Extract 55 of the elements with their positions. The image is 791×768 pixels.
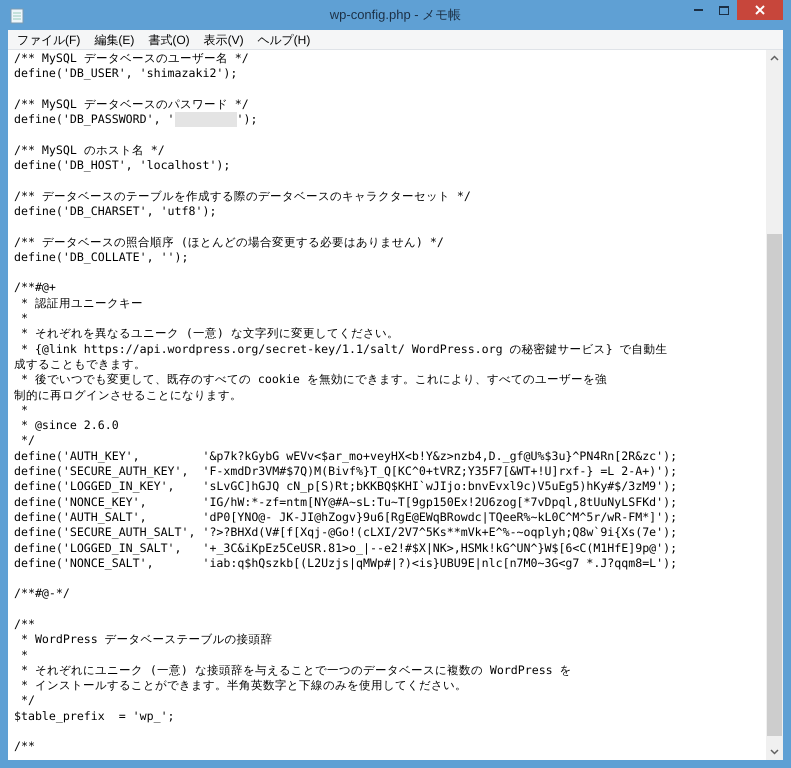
code-line: '); [236,112,258,128]
blurred-redaction [174,112,237,128]
window-title: wp-config.php - メモ帳 [330,6,462,24]
code-line: define('DB_PASSWORD', ' [14,112,175,128]
code-line: define('NONCE_SALT', 'iab:q$hQszkb[(L2Uzjs|qMWp#|?)<is}UBU9E|nlc[n7M0~3G<g7 *.J?qqm8=L'); [14,556,678,572]
code-line: /** データベースの照合順序 (ほとんどの場合変更する必要はありません) */ [14,234,444,250]
menu-item[interactable]: 表示(V) [196,30,251,48]
code-line: define('LOGGED_IN_SALT', '+_3C&iKpEz5CeUSR.81>o_|--e2!#$X|NK>,HSMk!kG^UN^}W$[6<C(M1HfE]9p@'); [14,540,678,556]
code-line: define('NONCE_KEY', 'IG/hW:*-zf=ntm[NY@#A~sL:Tu~T[9gp150Ex!2U6zog[*7vDpql,8tUuNyLSFKd'); [14,494,678,510]
code-line: /**#@-*/ [14,586,70,602]
close-button[interactable] [737,0,783,20]
code-line: 成することもできます。 [14,356,146,372]
code-line: 制的に再ログインさせることになります。 [14,388,242,403]
code-line: /** [14,616,35,632]
code-line: */ [20,693,35,709]
notepad-icon [10,8,24,24]
code-line: * 認証用ユニークキー [20,296,143,312]
code-line: * インストールすることができます。半角英数字と下線のみを使用してください。 [20,678,467,694]
code-line: define('DB_HOST', 'localhost'); [14,158,230,174]
minimize-icon [694,9,702,11]
code-line: define('AUTH_SALT', 'dP0[YNO@- JK-JI@hZogv}9u6[RgE@EWqBRowdc|TQeeR%~kL0C^M^5r/wR-FM*]'); [14,510,678,526]
code-line: /** データベースのテーブルを作成する際のデータベースのキャラクターセット */ [14,188,471,204]
code-line: define('DB_CHARSET', 'utf8'); [14,204,216,220]
code-line: * [20,648,28,663]
code-line: $table_prefix = 'wp_'; [14,708,175,724]
code-line: * それぞれにユニーク (一意) な接頭辞を与えることで一つのデータベースに複数の WordPress を [20,662,572,678]
code-line: /** [14,739,35,755]
code-line: * WordPress データベーステーブルの接頭辞 [20,632,273,648]
code-line: /** MySQL データベースのユーザー名 */ [14,51,249,66]
code-line: * 後でいつでも変更して、既存のすべての cookie を無効にできます。これにより、すべてのユーザーを強 [20,372,607,388]
scrollbar[interactable] [766,50,783,760]
code-line: define('DB_COLLATE', ''); [14,250,189,266]
code-line: */ [20,433,35,449]
code-line: * @since 2.6.0 [20,418,119,434]
code-line: /** MySQL のホスト名 */ [14,142,165,158]
scroll-down-icon[interactable] [770,749,779,755]
code-line: * [20,311,28,326]
menu-item[interactable]: 編集(E) [87,30,142,48]
scroll-up-icon[interactable] [770,55,779,61]
code-line: define('LOGGED_IN_KEY', 'sLvGC]hGJQ cN_p[S)Rt;bKKBQ$KHI`wJIjo:bnvEvxl9c)V5uEg5)hKy#$/3zM9'); [14,479,678,495]
maximize-icon [719,6,729,14]
close-icon [755,5,765,15]
code-line: define('AUTH_KEY', '&p7k?kGybG wEVv<$ar_mo+veyHX<b!Y&z>nzb4,D._gf@U%$3u}^PN4Rn[2R&zc'); [14,448,678,464]
menu-item[interactable]: ファイル(F) [10,30,88,48]
code-line: /** MySQL データベースのパスワード */ [14,96,249,112]
menu-item[interactable]: 書式(O) [141,30,197,48]
code-line: * [20,402,28,418]
scroll-thumb[interactable] [767,234,782,736]
code-line: define('DB_USER', 'shimazaki2'); [14,66,238,82]
code-line: define('SECURE_AUTH_KEY', 'F-xmdDr3VM#$7Q)M(Bivf%}T_Q[KC^0+tVRZ;Y35F7[&WT+!U]rxf-} =L 2-A+)'); [14,464,678,480]
code-line: * {@link https://api.wordpress.org/secret-key/1.1/salt/ WordPress.org の秘密鍵サービス} で自動生 [20,342,668,357]
code-line: /**#@+ [14,280,56,296]
code-line: * それぞれを異なるユニーク (一意) な文字列に変更してください。 [20,326,399,342]
code-line: define('SECURE_AUTH_SALT', '?>?BHXd(V#[f[Xqj-@Go!(cLXI/2V7^5Ks**mVk+E^%-~oqplyh;Q8w`9i{Xs(7e'); [14,525,678,540]
menu-item[interactable]: ヘルプ(H) [250,30,318,48]
